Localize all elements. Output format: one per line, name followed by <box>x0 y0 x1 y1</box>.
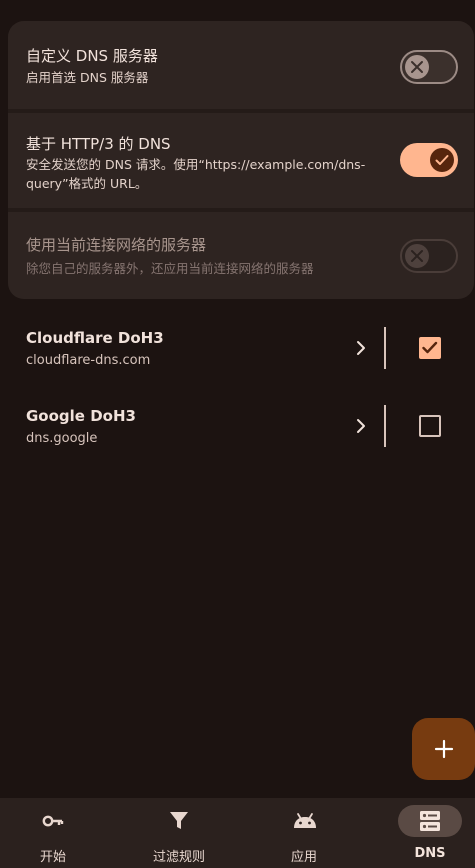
server-name: Google DoH3 <box>26 407 136 425</box>
android-icon <box>294 813 316 828</box>
nav-label: DNS <box>414 846 446 861</box>
nav-label: 开始 <box>39 850 66 865</box>
server-url: dns.google <box>26 431 98 446</box>
server-checkbox[interactable] <box>419 415 441 437</box>
filter-icon <box>170 812 188 829</box>
custom-dns-description: 启用首选 DNS 服务器 <box>26 70 149 85</box>
nav-item-dns[interactable]: DNS <box>357 798 475 868</box>
use-network-dns-toggle[interactable] <box>400 239 458 273</box>
chevron-right-icon[interactable] <box>354 417 368 435</box>
nav-item-filter-rules[interactable]: 过滤规则 <box>118 798 236 868</box>
nav-label: 过滤规则 <box>152 850 205 865</box>
use-network-dns-setting[interactable]: 使用当前连接网络的服务器 除您自己的服务器外，还应用当前连接网络的服务器 <box>8 212 474 299</box>
server-name: Cloudflare DoH3 <box>26 329 164 347</box>
http3-title: 基于 HTTP/3 的 DNS <box>26 135 171 153</box>
server-url: cloudflare-dns.com <box>26 353 151 368</box>
divider <box>384 327 386 369</box>
use-network-dns-description: 除您自己的服务器外，还应用当前连接网络的服务器 <box>26 261 314 276</box>
close-icon <box>411 250 423 262</box>
nav-item-start[interactable]: 开始 <box>0 798 118 868</box>
add-server-button[interactable] <box>412 718 475 780</box>
server-item-cloudflare[interactable]: Cloudflare DoH3 cloudflare-dns.com <box>0 313 475 383</box>
nav-icon-container <box>147 805 211 837</box>
divider <box>384 405 386 447</box>
dns-settings-card: 自定义 DNS 服务器 启用首选 DNS 服务器 基于 HTTP/3 的 DNS… <box>8 21 474 299</box>
nav-item-apps[interactable]: 应用 <box>236 798 354 868</box>
toggle-knob <box>405 55 429 79</box>
key-icon <box>42 815 64 827</box>
http3-setting[interactable]: 基于 HTTP/3 的 DNS 安全发送您的 DNS 请求。使用“https:/… <box>8 113 474 208</box>
http3-description: 安全发送您的 DNS 请求。使用“https://example.com/dns… <box>26 157 366 191</box>
server-checkbox[interactable] <box>419 337 441 359</box>
custom-dns-title: 自定义 DNS 服务器 <box>26 47 158 65</box>
check-icon <box>435 155 449 165</box>
http3-toggle[interactable] <box>400 143 458 177</box>
use-network-dns-title: 使用当前连接网络的服务器 <box>26 236 207 254</box>
close-icon <box>411 61 423 73</box>
plus-icon <box>434 739 454 759</box>
bottom-navigation: 开始 过滤规则 应用 DNS <box>0 798 475 868</box>
chevron-right-icon[interactable] <box>354 339 368 357</box>
nav-icon-container <box>272 805 336 837</box>
nav-label: 应用 <box>290 850 317 865</box>
toggle-knob <box>430 148 454 172</box>
custom-dns-setting[interactable]: 自定义 DNS 服务器 启用首选 DNS 服务器 <box>8 21 474 109</box>
check-icon <box>422 341 438 354</box>
nav-icon-container <box>21 805 85 837</box>
custom-dns-toggle[interactable] <box>400 50 458 84</box>
nav-icon-container <box>398 805 462 837</box>
toggle-knob <box>405 244 429 268</box>
dns-server-icon <box>420 811 440 831</box>
server-item-google[interactable]: Google DoH3 dns.google <box>0 391 475 461</box>
